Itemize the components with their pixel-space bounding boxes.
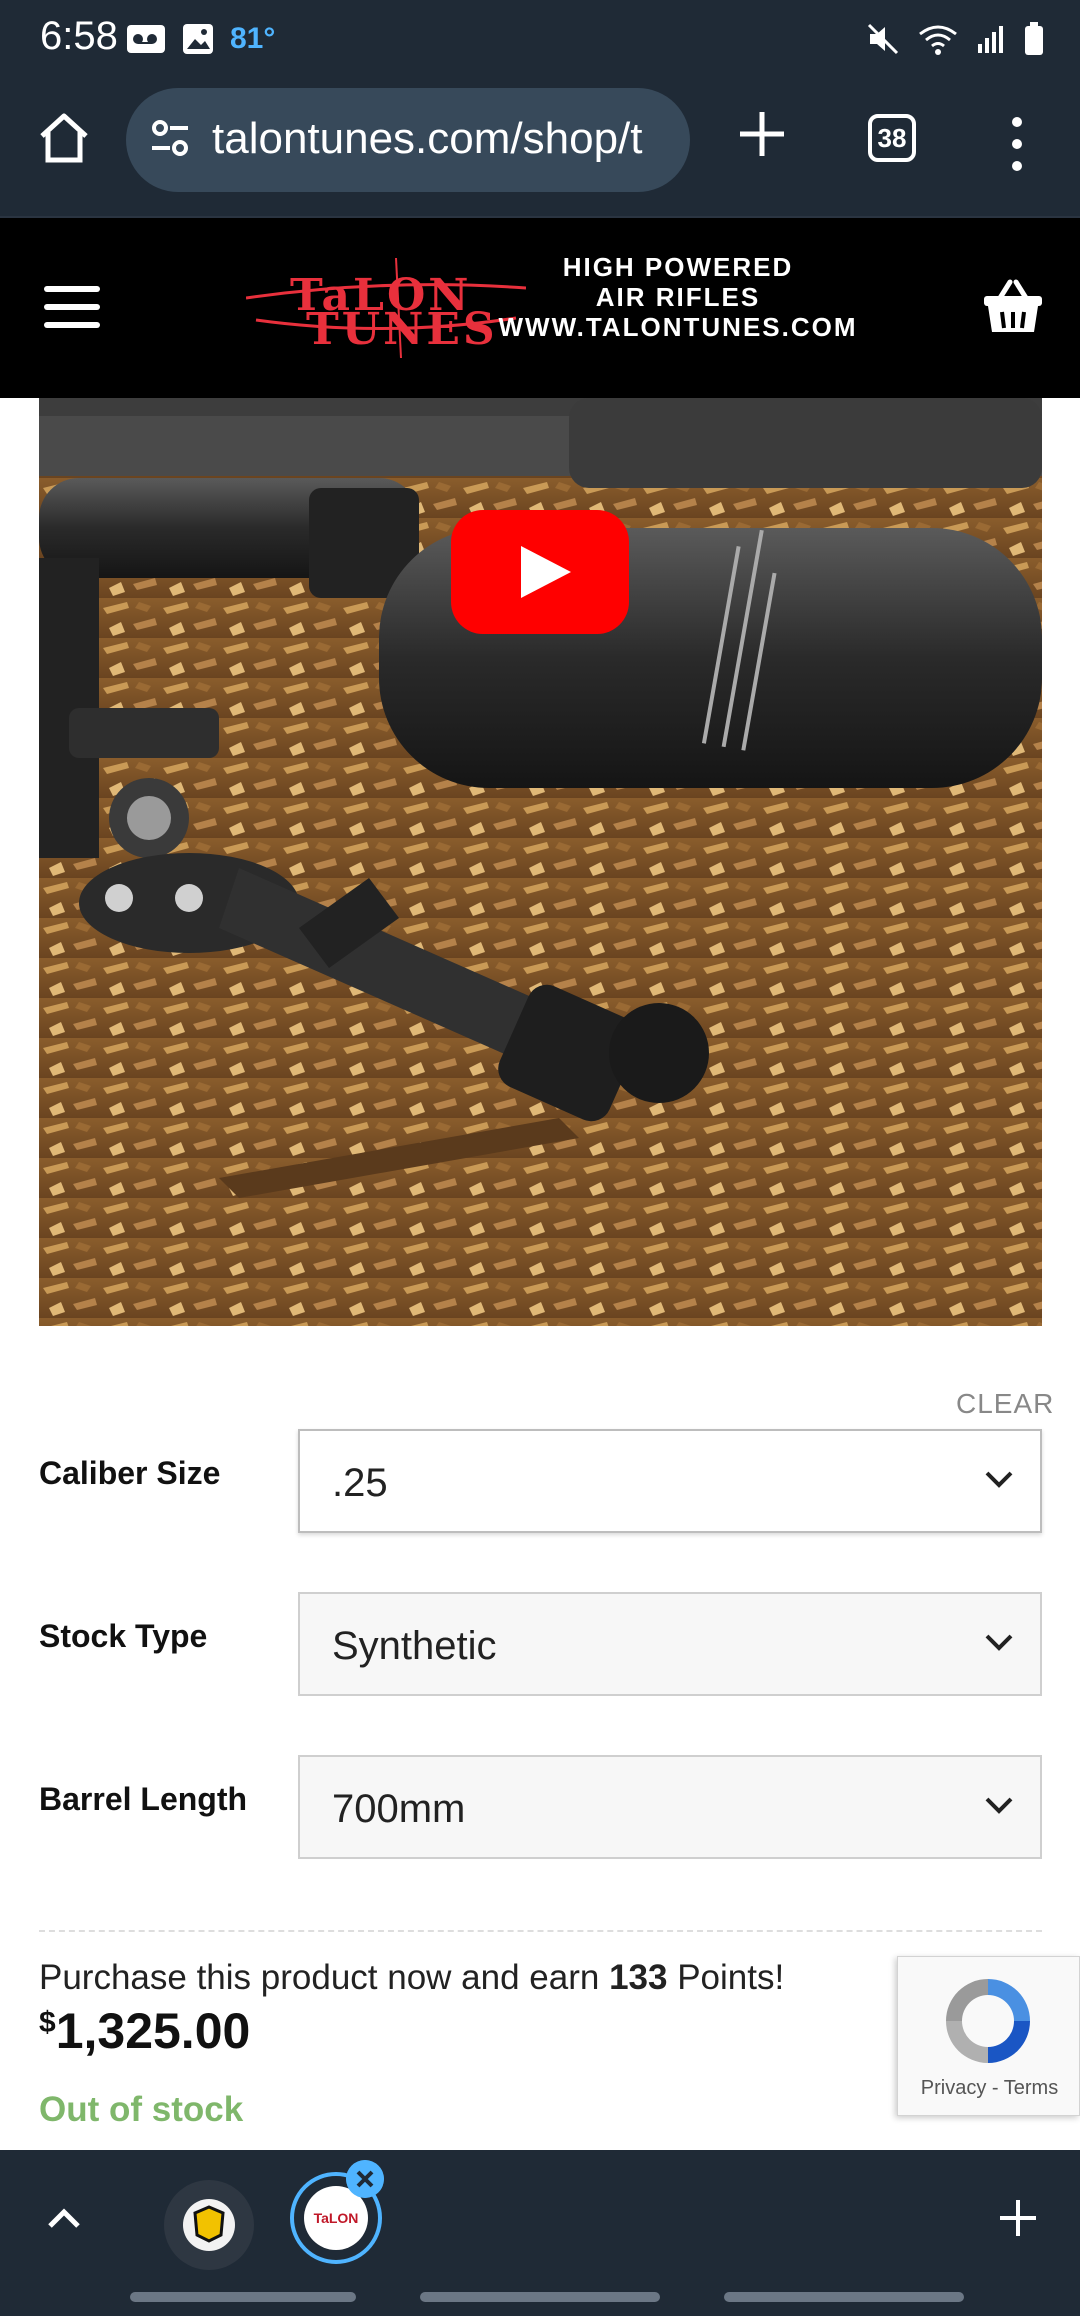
close-icon[interactable]	[346, 2160, 384, 2198]
privacy-link[interactable]: Privacy	[921, 2077, 987, 2099]
signal-icon	[978, 26, 1003, 53]
home-icon[interactable]	[36, 110, 92, 166]
stock-type-select[interactable]: Synthetic	[298, 1592, 1042, 1696]
browser-toolbar: talontunes.com/shop/t 38	[0, 80, 1080, 216]
status-bar: 6:58 81°	[0, 0, 1080, 80]
site-header: TaLON TUNES HIGH POWERED AIR RIFLES WWW.…	[0, 216, 1080, 398]
battery-icon	[1025, 22, 1043, 55]
tagline-line2: AIR RIFLES	[595, 282, 761, 312]
youtube-play-icon[interactable]	[451, 510, 629, 634]
caliber-size-value: .25	[332, 1461, 388, 1505]
add-tab-icon[interactable]	[996, 2196, 1040, 2240]
bottom-tab-strip: TaLON	[0, 2150, 1080, 2316]
mute-icon	[867, 23, 899, 55]
tab-favicon	[183, 2199, 235, 2251]
status-icons-right	[866, 22, 1044, 56]
shield-icon	[193, 2205, 225, 2243]
reward-points-text: Purchase this product now and earn 133 P…	[39, 1958, 784, 1998]
chevron-up-icon[interactable]	[44, 2202, 84, 2232]
gallery-icon	[183, 24, 213, 54]
logo-tagline: HIGH POWERED AIR RIFLES WWW.TALONTUNES.C…	[498, 252, 858, 342]
terms-link[interactable]: Terms	[1004, 2077, 1058, 2099]
status-icons-left: 81°	[126, 22, 275, 56]
overflow-menu-icon[interactable]	[1003, 114, 1031, 174]
recaptcha-links: Privacy - Terms	[898, 2077, 1080, 2100]
stock-type-label: Stock Type	[39, 1618, 208, 1654]
divider	[39, 1930, 1042, 1932]
brand-wordmark: TaLON TUNES	[246, 258, 526, 358]
voicemail-icon	[127, 25, 165, 53]
clear-selection-link[interactable]: CLEAR	[956, 1388, 1054, 1420]
currency-symbol: $	[39, 2006, 56, 2039]
tab-thumbnail[interactable]	[164, 2180, 254, 2270]
menu-icon[interactable]	[44, 286, 100, 330]
tagline-line3: WWW.TALONTUNES.COM	[498, 312, 858, 342]
chevron-down-icon	[985, 1634, 1013, 1651]
separator: -	[986, 2077, 1004, 2099]
caliber-size-label: Caliber Size	[39, 1455, 221, 1491]
new-tab-icon[interactable]	[732, 104, 792, 164]
product-video[interactable]	[39, 398, 1042, 1326]
site-settings-icon[interactable]	[148, 116, 192, 160]
points-prefix: Purchase this product now and earn	[39, 1958, 610, 1997]
clock: 6:58	[40, 14, 118, 58]
product-price: $1,325.00	[39, 2002, 250, 2060]
barrel-length-value: 700mm	[332, 1787, 466, 1831]
tagline-line1: HIGH POWERED	[562, 252, 794, 282]
gesture-pill	[420, 2292, 660, 2302]
caliber-size-select[interactable]: .25	[298, 1429, 1042, 1533]
site-logo[interactable]: TaLON TUNES HIGH POWERED AIR RIFLES WWW.…	[246, 252, 856, 362]
gesture-pill	[724, 2292, 964, 2302]
points-value: 133	[609, 1958, 668, 1997]
points-suffix: Points!	[667, 1958, 785, 1997]
recaptcha-icon	[946, 1979, 1030, 2063]
stock-status: Out of stock	[39, 2090, 244, 2129]
url-bar[interactable]: talontunes.com/shop/t	[126, 88, 690, 192]
screen: 6:58 81° talontunes.com/shop/t 38 TaLON …	[0, 0, 1080, 2316]
barrel-length-label: Barrel Length	[39, 1781, 248, 1817]
url-text[interactable]: talontunes.com/shop/t	[212, 114, 672, 164]
gesture-pill	[130, 2292, 356, 2302]
stock-type-value: Synthetic	[332, 1624, 497, 1668]
barrel-length-select[interactable]: 700mm	[298, 1755, 1042, 1859]
tab-switcher-button[interactable]: 38	[868, 114, 916, 162]
logo-brand-line2: TUNES	[306, 304, 498, 355]
wifi-icon	[919, 25, 957, 55]
price-amount: 1,325.00	[55, 2003, 251, 2059]
chevron-down-icon	[985, 1797, 1013, 1814]
chevron-down-icon	[985, 1471, 1013, 1488]
shopping-basket-icon[interactable]	[982, 278, 1044, 336]
temperature: 81°	[230, 22, 276, 55]
recaptcha-badge[interactable]: Privacy - Terms	[897, 1956, 1080, 2116]
